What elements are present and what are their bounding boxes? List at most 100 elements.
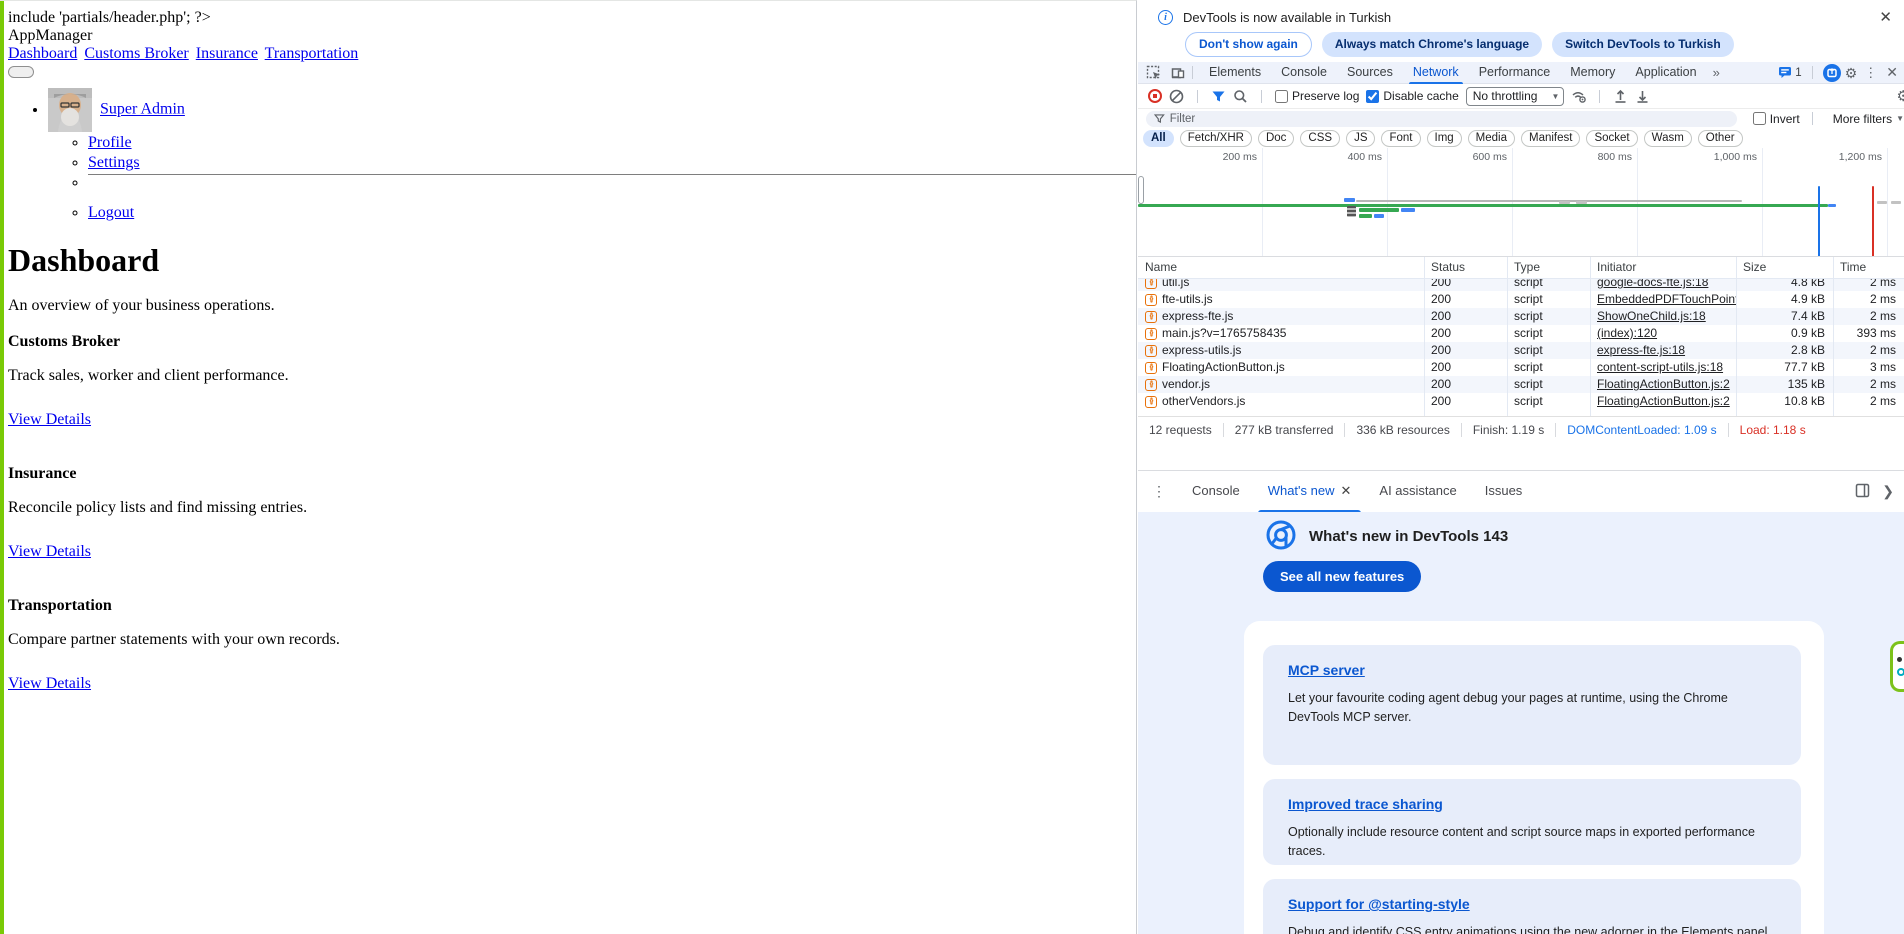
close-whats-new-tab-icon[interactable]: ✕ <box>1341 483 1352 498</box>
disable-cache-checkbox[interactable]: Disable cache <box>1366 89 1458 103</box>
preserve-log-checkbox[interactable]: Preserve log <box>1275 89 1359 103</box>
chip-css[interactable]: CSS <box>1300 130 1340 147</box>
tab-memory[interactable]: Memory <box>1560 62 1625 84</box>
network-settings-gear-icon[interactable]: ⚙ <box>1897 89 1904 104</box>
dont-show-again-button[interactable]: Don't show again <box>1185 32 1312 57</box>
col-header-time[interactable]: Time <box>1833 257 1904 278</box>
filter-input[interactable] <box>1170 113 1729 125</box>
summary-domcontentloaded: DOMContentLoaded: 1.09 s <box>1556 423 1728 437</box>
user-name-link[interactable]: Super Admin <box>100 101 185 118</box>
drawer-tab-issues[interactable]: Issues <box>1471 471 1537 513</box>
initiator-link[interactable]: (index):120 <box>1590 325 1736 342</box>
export-har-icon[interactable] <box>1635 89 1650 104</box>
disable-cache-checkbox-input[interactable] <box>1366 90 1379 103</box>
nav-link-insurance[interactable]: Insurance <box>196 45 258 62</box>
floating-extension-widget[interactable] <box>1890 641 1904 692</box>
import-har-icon[interactable] <box>1613 89 1628 104</box>
table-row[interactable]: { }FloatingActionButton.js 200 script co… <box>1138 359 1904 376</box>
menu-item-settings[interactable]: Settings <box>88 154 140 171</box>
view-details-link-customs-broker[interactable]: View Details <box>8 411 91 429</box>
col-header-size[interactable]: Size <box>1736 257 1833 278</box>
preserve-log-checkbox-input[interactable] <box>1275 90 1288 103</box>
invert-filter-checkbox[interactable]: Invert <box>1753 112 1800 126</box>
improved-trace-sharing-link[interactable]: Improved trace sharing <box>1288 796 1443 812</box>
devtools-promo-icon[interactable] <box>1823 64 1841 82</box>
tab-network[interactable]: Network <box>1403 62 1469 84</box>
filter-toggle-icon[interactable] <box>1211 89 1226 104</box>
chip-font[interactable]: Font <box>1381 130 1420 147</box>
chip-other[interactable]: Other <box>1698 130 1743 147</box>
mcp-server-link[interactable]: MCP server <box>1288 662 1365 678</box>
table-row[interactable]: { }fte-utils.js 200 script EmbeddedPDFTo… <box>1138 291 1904 308</box>
initiator-link[interactable]: google-docs-fte.js:18 <box>1590 279 1736 291</box>
initiator-link[interactable]: express-fte.js:18 <box>1590 342 1736 359</box>
expand-drawer-icon[interactable] <box>1855 483 1870 501</box>
drawer-tab-console[interactable]: Console <box>1178 471 1254 513</box>
tab-console[interactable]: Console <box>1271 62 1337 84</box>
initiator-link[interactable]: ShowOneChild.js:18 <box>1590 308 1736 325</box>
tab-sources[interactable]: Sources <box>1337 62 1403 84</box>
more-tabs-icon[interactable]: » <box>1707 65 1726 80</box>
drawer-tab-ai-assistance[interactable]: AI assistance <box>1365 471 1470 513</box>
issues-counter[interactable]: 1 <box>1778 66 1801 79</box>
tab-performance[interactable]: Performance <box>1469 62 1561 84</box>
more-filters-dropdown[interactable]: More filters ▼ <box>1833 112 1904 126</box>
table-row[interactable]: { }otherVendors.js 200 script FloatingAc… <box>1138 393 1904 410</box>
tab-elements[interactable]: Elements <box>1199 62 1271 84</box>
network-overview-timeline[interactable]: 200 ms 400 ms 600 ms 800 ms 1,000 ms 1,2… <box>1138 148 1904 257</box>
close-devtools-icon[interactable]: ✕ <box>1884 64 1900 81</box>
chip-fetch-xhr[interactable]: Fetch/XHR <box>1180 130 1252 147</box>
inspect-element-icon[interactable] <box>1146 65 1162 81</box>
col-header-type[interactable]: Type <box>1507 257 1590 278</box>
chip-img[interactable]: Img <box>1427 130 1462 147</box>
chip-wasm[interactable]: Wasm <box>1644 130 1692 147</box>
switch-to-turkish-button[interactable]: Switch DevTools to Turkish <box>1552 32 1734 57</box>
record-network-log-icon[interactable] <box>1148 89 1162 103</box>
chip-manifest[interactable]: Manifest <box>1521 130 1580 147</box>
overview-drag-handle[interactable] <box>1138 176 1144 204</box>
tab-application[interactable]: Application <box>1625 62 1706 84</box>
menu-toggle-button[interactable] <box>8 66 34 78</box>
throttling-dropdown[interactable]: No throttling ▼ <box>1466 87 1565 106</box>
view-details-link-insurance[interactable]: View Details <box>8 543 91 561</box>
nav-link-customs-broker[interactable]: Customs Broker <box>84 45 188 62</box>
close-drawer-icon[interactable]: ❯ <box>1880 483 1896 500</box>
clear-network-log-icon[interactable] <box>1169 89 1184 104</box>
see-all-new-features-button[interactable]: See all new features <box>1263 561 1421 592</box>
chip-socket[interactable]: Socket <box>1586 130 1637 147</box>
col-header-name[interactable]: Name <box>1138 257 1424 278</box>
menu-divider <box>88 174 1128 192</box>
nav-link-dashboard[interactable]: Dashboard <box>8 45 77 62</box>
drawer-menu-icon[interactable]: ⋮ <box>1138 483 1178 500</box>
menu-item-profile[interactable]: Profile <box>88 134 132 151</box>
table-row[interactable]: { }express-utils.js 200 script express-f… <box>1138 342 1904 359</box>
menu-item-logout[interactable]: Logout <box>88 204 134 221</box>
customize-devtools-icon[interactable]: ⋮ <box>1861 65 1880 81</box>
table-row[interactable]: { }util.js 200 script google-docs-fte.js… <box>1138 279 1904 291</box>
settings-gear-icon[interactable]: ⚙ <box>1845 66 1858 80</box>
initiator-link[interactable]: FloatingActionButton.js:2 <box>1590 393 1736 410</box>
nav-link-transportation[interactable]: Transportation <box>265 45 359 62</box>
initiator-link[interactable]: content-script-utils.js:18 <box>1590 359 1736 376</box>
col-header-status[interactable]: Status <box>1424 257 1507 278</box>
drawer-tab-whats-new[interactable]: What's new✕ <box>1254 471 1366 513</box>
initiator-link[interactable]: FloatingActionButton.js:2 <box>1590 376 1736 393</box>
invert-checkbox-input[interactable] <box>1753 112 1766 125</box>
infobar-close-icon[interactable]: ✕ <box>1879 8 1892 26</box>
chip-doc[interactable]: Doc <box>1258 130 1294 147</box>
chip-js[interactable]: JS <box>1346 130 1375 147</box>
device-toolbar-icon[interactable] <box>1170 65 1186 81</box>
chip-media[interactable]: Media <box>1468 130 1515 147</box>
table-row[interactable]: { }main.js?v=1765758435 200 script (inde… <box>1138 325 1904 342</box>
view-details-link-transportation[interactable]: View Details <box>8 675 91 693</box>
starting-style-link[interactable]: Support for @starting-style <box>1288 896 1470 912</box>
match-chrome-language-button[interactable]: Always match Chrome's language <box>1322 32 1542 57</box>
network-conditions-icon[interactable] <box>1571 89 1586 104</box>
table-row[interactable]: { }express-fte.js 200 script ShowOneChil… <box>1138 308 1904 325</box>
table-row[interactable]: { }vendor.js 200 script FloatingActionBu… <box>1138 376 1904 393</box>
initiator-link[interactable]: EmbeddedPDFTouchPoint <box>1590 291 1736 308</box>
chip-all[interactable]: All <box>1143 130 1174 147</box>
search-icon[interactable] <box>1233 89 1248 104</box>
page-intro: An overview of your business operations. <box>8 297 1128 315</box>
col-header-initiator[interactable]: Initiator <box>1590 257 1736 278</box>
